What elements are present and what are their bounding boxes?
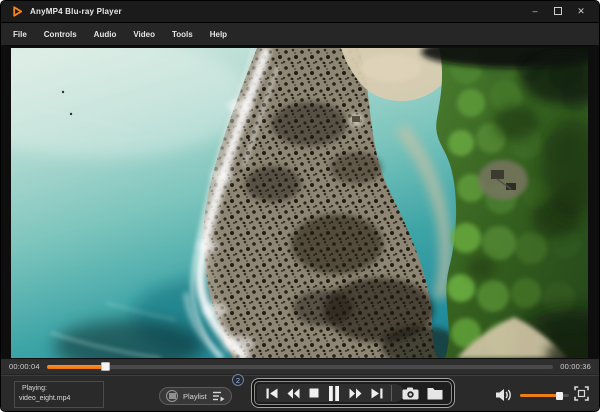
video-frame[interactable] bbox=[11, 48, 588, 358]
seek-bar[interactable] bbox=[46, 362, 554, 371]
pause-button[interactable] bbox=[328, 385, 340, 401]
volume-thumb[interactable] bbox=[556, 391, 564, 400]
transport-divider bbox=[391, 385, 392, 401]
transport-controls bbox=[251, 378, 455, 408]
volume-fill bbox=[520, 394, 560, 397]
previous-button[interactable] bbox=[266, 388, 278, 399]
fullscreen-button[interactable] bbox=[574, 386, 589, 406]
playlist-button[interactable]: Playlist bbox=[159, 387, 232, 405]
elapsed-time: 00:00:04 bbox=[9, 362, 40, 371]
menu-tools[interactable]: Tools bbox=[172, 30, 193, 39]
now-playing-box: Playing: video_eight.mp4 bbox=[14, 381, 104, 408]
next-button[interactable] bbox=[371, 388, 383, 399]
seek-bar-fill bbox=[46, 364, 106, 369]
app-logo-icon bbox=[12, 6, 23, 17]
menu-file[interactable]: File bbox=[13, 30, 27, 39]
video-stage bbox=[1, 46, 599, 359]
playlist-label: Playlist bbox=[183, 391, 207, 401]
seek-bar-thumb[interactable] bbox=[101, 362, 111, 371]
window-title: AnyMP4 Blu-ray Player bbox=[30, 7, 122, 16]
playlist-menu-icon bbox=[166, 390, 178, 402]
maximize-button[interactable] bbox=[553, 6, 563, 17]
progress-row: 00:00:04 00:00:36 bbox=[1, 359, 599, 375]
rewind-button[interactable] bbox=[287, 388, 300, 399]
now-playing-filename: video_eight.mp4 bbox=[19, 395, 71, 402]
volume-icon[interactable] bbox=[496, 388, 512, 407]
snapshot-button[interactable] bbox=[402, 387, 419, 400]
playlist-add-icon bbox=[212, 391, 225, 402]
control-bar: Playing: video_eight.mp4 Playlist 2 bbox=[1, 374, 599, 411]
volume-slider[interactable] bbox=[520, 391, 569, 400]
title-bar: AnyMP4 Blu-ray Player – ✕ bbox=[1, 1, 599, 23]
menu-help[interactable]: Help bbox=[210, 30, 227, 39]
fast-forward-button[interactable] bbox=[349, 388, 362, 399]
menu-controls[interactable]: Controls bbox=[44, 30, 77, 39]
now-playing-label: Playing: bbox=[22, 385, 47, 392]
close-button[interactable]: ✕ bbox=[576, 7, 586, 16]
menu-audio[interactable]: Audio bbox=[94, 30, 117, 39]
stop-button[interactable] bbox=[309, 388, 319, 398]
menu-bar: File Controls Audio Video Tools Help bbox=[1, 23, 599, 46]
window-controls: – ✕ bbox=[530, 6, 599, 17]
playlist-count-badge: 2 bbox=[232, 374, 244, 386]
menu-video[interactable]: Video bbox=[133, 30, 155, 39]
video-scene bbox=[11, 48, 588, 358]
minimize-button[interactable]: – bbox=[530, 7, 540, 16]
player-window: AnyMP4 Blu-ray Player – ✕ File Controls … bbox=[0, 0, 600, 412]
maximize-icon bbox=[554, 6, 562, 15]
open-folder-button[interactable] bbox=[427, 387, 443, 400]
remaining-time: 00:00:36 bbox=[560, 362, 591, 371]
transport-inner bbox=[254, 381, 452, 405]
